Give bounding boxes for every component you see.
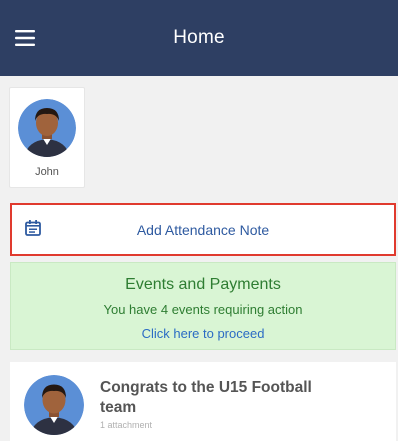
- page-title: Home: [173, 27, 225, 48]
- person-avatar-icon: [24, 375, 84, 435]
- events-payments-panel[interactable]: Events and Payments You have 4 events re…: [10, 262, 396, 350]
- news-card[interactable]: Congrats to the U15 Football team 1 atta…: [10, 362, 396, 441]
- profile-name: John: [35, 166, 59, 178]
- profile-card-john[interactable]: John: [9, 87, 85, 188]
- person-avatar-icon: [18, 99, 76, 157]
- events-subtitle: You have 4 events requiring action: [103, 302, 303, 317]
- attendance-note-label: Add Attendance Note: [136, 221, 270, 238]
- events-title: Events and Payments: [125, 276, 281, 293]
- attachment-count: 1 attachment: [100, 420, 153, 430]
- news-title: Congrats to the U15 Football team: [100, 379, 312, 416]
- add-attendance-note-button[interactable]: Add Attendance Note: [10, 203, 396, 256]
- calendar-icon: [25, 220, 41, 236]
- app-header: Home: [0, 0, 398, 76]
- proceed-link[interactable]: Click here to proceed: [142, 326, 265, 341]
- home-screen: Home John Add Attendance Note Events and…: [0, 0, 398, 441]
- hamburger-menu-icon[interactable]: [8, 22, 42, 54]
